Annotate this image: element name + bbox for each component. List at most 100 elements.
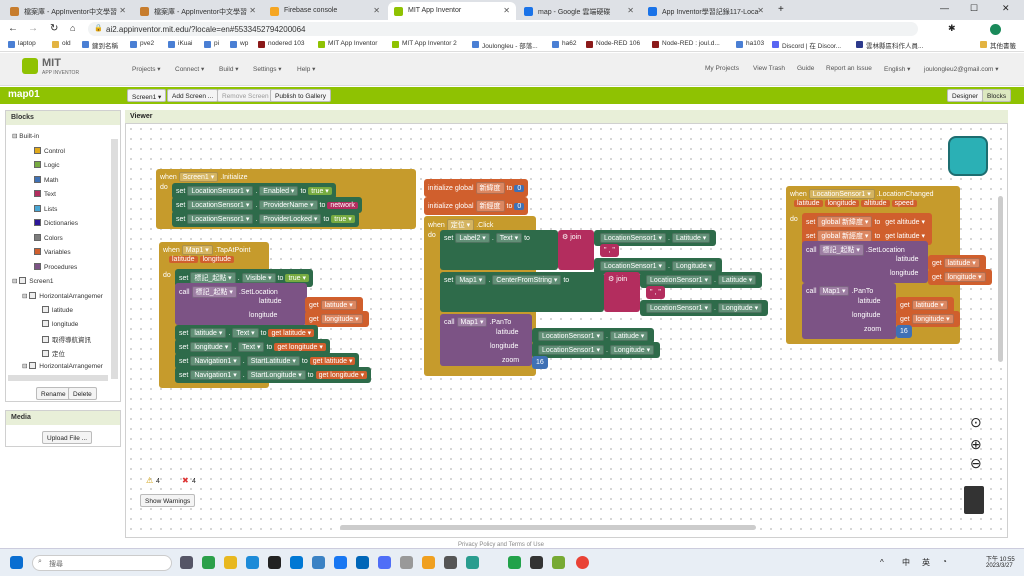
block-set-centerfromstring[interactable]: set Map1 ▾. CenterFromString ▾ to — [440, 272, 604, 312]
blocks-workspace[interactable]: when Screen1 ▾ .Initialize do set LocationS… — [125, 123, 1008, 538]
close-icon[interactable]: ✕ — [757, 6, 764, 15]
view-trash-link[interactable]: View Trash — [753, 65, 785, 72]
designer-button[interactable]: Designer — [947, 89, 984, 102]
bookmark[interactable]: 雲林縣區科作人員... — [856, 40, 923, 50]
ime-chinese[interactable]: 中 — [902, 557, 910, 568]
extensions-icon[interactable]: ✱ — [948, 23, 956, 34]
tree-locate[interactable]: 定位 — [42, 348, 65, 358]
block-text-comma-2[interactable]: " , " — [646, 286, 665, 299]
rename-button[interactable]: Rename — [36, 387, 71, 400]
drawer-math[interactable]: Math — [34, 176, 58, 184]
param-latitude[interactable]: latitude — [169, 256, 198, 263]
close-icon[interactable]: ✕ — [249, 6, 256, 15]
bookmark[interactable]: iKuai — [168, 40, 192, 48]
block-panto-zoom[interactable]: 16 — [532, 356, 548, 369]
zoom-in-icon[interactable]: ⊕ — [970, 436, 982, 453]
new-tab-icon[interactable]: + — [778, 4, 784, 15]
browser-tab[interactable]: 檔案庫 - AppInventor中文學習 ✕ — [134, 2, 262, 20]
screen1-dropdown[interactable]: Screen1 ▾ — [178, 172, 219, 182]
reload-icon[interactable]: ↻ — [50, 23, 58, 34]
close-window-icon[interactable]: ✕ — [1002, 3, 1010, 14]
block-global-lon[interactable]: initialize global 新經度 to 0 — [424, 197, 529, 215]
account-menu[interactable]: joulongleu2@gmail.com ▾ — [924, 65, 999, 73]
report-issue-link[interactable]: Report an Issue — [826, 65, 872, 72]
browser-tab[interactable]: App Inventor學習記錄117-Loca ✕ — [642, 2, 770, 20]
bookmark[interactable]: old — [52, 40, 71, 48]
tray-arrow-icon[interactable]: ^ — [880, 558, 884, 567]
app-icon[interactable] — [466, 556, 479, 569]
block-screen1-initialize[interactable]: when Screen1 ▾ .Initialize do set LocationS… — [156, 169, 416, 229]
home-icon[interactable]: ⌂ — [70, 23, 75, 33]
drawer-lists[interactable]: Lists — [34, 205, 57, 213]
drawer-logic[interactable]: Logic — [34, 161, 60, 169]
delete-button[interactable]: Delete — [68, 387, 97, 400]
block-set-providerlocked[interactable]: set LocationSensor1 ▾. ProviderLocked ▾ to t… — [172, 211, 359, 227]
close-icon[interactable]: ✕ — [373, 6, 380, 15]
upload-file-button[interactable]: Upload File ... — [42, 431, 93, 444]
add-screen-button[interactable]: Add Screen ... — [167, 89, 219, 102]
block-call-panto[interactable]: call Map1 ▾ .PanTo latitude longitude zoom — [440, 314, 532, 366]
bookmark[interactable]: MIT App Inventor — [318, 40, 377, 48]
block-sensor-lon-2[interactable]: LocationSensor1 ▾. Longitude ▾ — [640, 300, 769, 316]
windows-start-icon[interactable] — [10, 556, 23, 569]
url-field[interactable]: 🔒 ai2.appinventor.mit.edu/?locale=en#5533… — [88, 22, 918, 36]
browser-tab-active[interactable]: MIT App Inventor ✕ — [388, 2, 516, 20]
file-explorer-icon[interactable] — [224, 556, 237, 569]
block-set-startlongitude[interactable]: set Navigation1 ▾. StartLongitude ▾ to get l… — [175, 367, 372, 383]
wifi-icon[interactable]: ◔ — [942, 557, 947, 566]
param-longitude[interactable]: longitude — [199, 256, 234, 263]
gear-icon[interactable]: ⚙ — [608, 276, 614, 283]
show-warnings-button[interactable]: Show Warnings — [140, 494, 196, 507]
block-global-lat[interactable]: initialize global 新緯度 to 0 — [424, 179, 529, 197]
maximize-icon[interactable]: ☐ — [970, 3, 978, 14]
tree-latitude[interactable]: latitude — [42, 306, 73, 314]
close-icon[interactable]: ✕ — [627, 6, 634, 15]
bookmark[interactable]: wp — [230, 40, 248, 48]
terminal-icon[interactable] — [268, 556, 281, 569]
line-app-icon[interactable] — [202, 556, 215, 569]
drawer-procedures[interactable]: Procedures — [34, 263, 77, 271]
publish-gallery-button[interactable]: Publish to Gallery — [270, 89, 331, 102]
block-lc-panto-zoom[interactable]: 16 — [896, 325, 912, 338]
tree-nav-info[interactable]: 取得導航資訊 — [42, 334, 91, 344]
language-menu[interactable]: English ▾ — [884, 65, 910, 73]
facebook-icon[interactable] — [334, 556, 347, 569]
app-icon[interactable] — [508, 556, 521, 569]
block-panto-lon[interactable]: LocationSensor1 ▾. Longitude ▾ — [532, 342, 661, 358]
bookmark[interactable]: Node-RED : joul.d... — [652, 40, 720, 48]
clock-date[interactable]: 2023/3/27 — [986, 563, 1013, 569]
block-call-setlocation[interactable]: call 標記_起點 ▾ .SetLocation latitude longitu… — [175, 283, 307, 325]
profile-avatar[interactable] — [990, 24, 1001, 35]
back-icon[interactable]: ← — [8, 23, 18, 34]
menu-connect[interactable]: Connect ▾ — [175, 65, 204, 73]
tree-screen1[interactable]: ⊟ Screen1 — [12, 277, 53, 285]
tree-arrangement[interactable]: ⊟ HorizontalArrangemer — [22, 292, 103, 300]
bookmark[interactable]: pi — [204, 40, 219, 48]
tree-hscrollbar[interactable] — [8, 375, 108, 381]
browser-tab[interactable]: Firebase console ✕ — [264, 2, 386, 20]
block-join-1[interactable]: ⚙ join — [558, 230, 594, 270]
drawer-text[interactable]: Text — [34, 190, 56, 198]
bookmark[interactable]: MIT App Inventor 2 — [392, 40, 457, 48]
guide-link[interactable]: Guide — [797, 65, 814, 72]
gear-icon[interactable]: ⚙ — [562, 234, 568, 241]
bookmark[interactable]: nodered 103 — [258, 40, 305, 48]
block-lc-setlocation[interactable]: call 標記_起點 ▾ .SetLocation latitude longitu… — [802, 241, 928, 283]
vscode-icon[interactable] — [356, 556, 369, 569]
menu-build[interactable]: Build ▾ — [219, 65, 239, 73]
bookmark[interactable]: ha62 — [552, 40, 576, 48]
close-icon[interactable]: ✕ — [119, 6, 126, 15]
block-set-label2[interactable]: set Label2 ▾. Text ▾ to — [440, 230, 558, 270]
appinventor-logo-icon[interactable] — [22, 58, 38, 74]
minimize-icon[interactable]: — — [940, 3, 949, 13]
bookmark[interactable]: 鍵到名稱 — [82, 40, 118, 50]
tree-arrangement2[interactable]: ⊟ HorizontalArrangemer — [22, 362, 103, 370]
tree-builtin[interactable]: ⊟ Built-in — [12, 132, 39, 140]
block-lc-panto[interactable]: call Map1 ▾ .PanTo latitude longitude zoom — [802, 283, 896, 339]
discord-icon[interactable] — [378, 556, 391, 569]
my-projects-link[interactable]: My Projects — [705, 65, 739, 72]
workspace-vscrollbar[interactable] — [998, 196, 1003, 362]
drawer-control[interactable]: Control — [34, 147, 65, 155]
block-lc-get-lon[interactable]: get longitude ▾ — [928, 269, 992, 285]
bookmark[interactable]: Node-RED 106 — [586, 40, 640, 48]
